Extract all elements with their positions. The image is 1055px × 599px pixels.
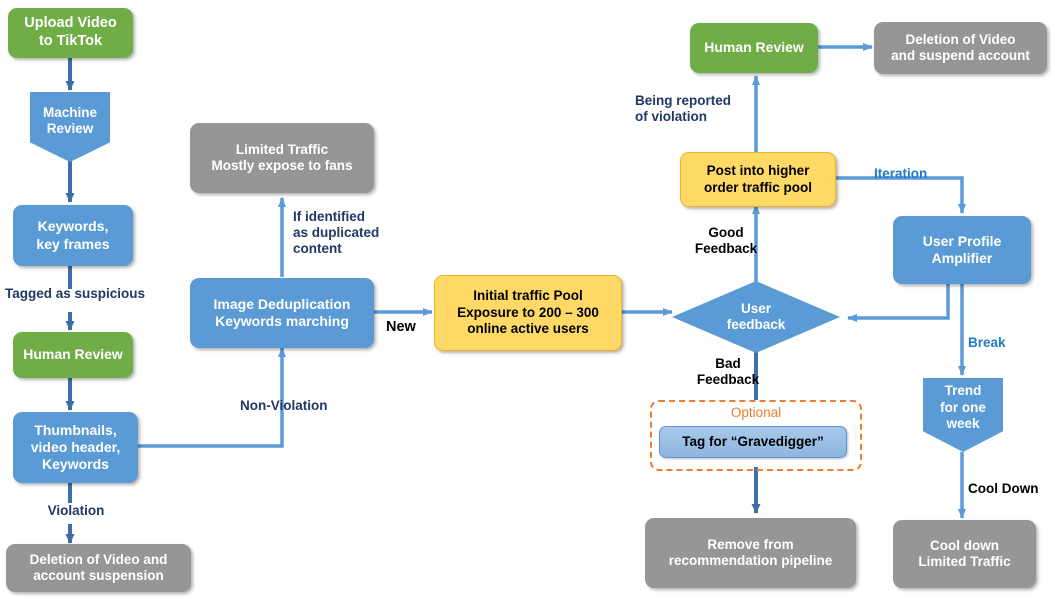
node-user-feedback[interactable]: User feedback <box>672 281 840 353</box>
node-post-higher-order-pool[interactable]: Post into higher order traffic pool <box>680 152 836 207</box>
node-thumbnails[interactable]: Thumbnails, video header, Keywords <box>13 412 138 483</box>
node-trend-one-week[interactable]: Trend for one week <box>923 378 1003 452</box>
node-cool-down-limited-traffic[interactable]: Cool down Limited Traffic <box>893 520 1036 588</box>
edge-label-bad-feedback: Bad Feedback <box>696 356 760 388</box>
flowchart-canvas: Upload Video to TikTok Machine Review Keyw… <box>0 0 1055 599</box>
edge-label-violation: Violation <box>47 503 105 518</box>
node-tag-gravedigger[interactable]: Tag for “Gravedigger” <box>659 426 847 458</box>
edge-label-being-reported: Being reported of violation <box>635 93 732 125</box>
edge-label-non-violation: Non-Violation <box>240 398 328 413</box>
edge-amplifier-to-feedback <box>847 284 950 322</box>
node-machine-review[interactable]: Machine Review <box>30 92 110 162</box>
node-remove-from-recommendation[interactable]: Remove from recommendation pipeline <box>645 518 856 588</box>
edge-nonviolation <box>138 347 286 448</box>
edge-label-iteration: Iteration <box>874 166 928 181</box>
node-user-feedback-label: User feedback <box>726 300 786 332</box>
node-deletion-account-suspension[interactable]: Deletion of Video and account suspension <box>6 544 191 592</box>
node-limited-traffic[interactable]: Limited Traffic Mostly expose to fans <box>190 123 374 193</box>
edge-label-if-identified-duplicated: If identified as duplicated content <box>293 209 380 257</box>
node-human-review-left[interactable]: Human Review <box>13 332 133 378</box>
node-image-deduplication[interactable]: Image Deduplication Keywords marching <box>190 278 374 348</box>
node-human-review-top[interactable]: Human Review <box>690 23 818 73</box>
edge-label-new: New <box>386 319 416 335</box>
edge-label-good-feedback: Good Feedback <box>694 225 758 257</box>
node-keywords-key-frames[interactable]: Keywords, key frames <box>13 205 133 266</box>
edge-label-break: Break <box>968 335 1006 350</box>
optional-group-title: Optional <box>730 405 782 420</box>
node-initial-traffic-pool[interactable]: Initial traffic Pool Exposure to 200 – 30… <box>434 275 622 351</box>
edge-label-cool-down: Cool Down <box>968 481 1039 496</box>
node-upload-video[interactable]: Upload Video to TikTok <box>8 8 133 58</box>
node-deletion-suspend-account[interactable]: Deletion of Video and suspend account <box>874 22 1047 74</box>
node-user-profile-amplifier[interactable]: User Profile Amplifier <box>893 216 1031 284</box>
edge-iteration <box>836 176 966 214</box>
edge-label-tagged-as-suspicious: Tagged as suspicious <box>4 286 146 301</box>
